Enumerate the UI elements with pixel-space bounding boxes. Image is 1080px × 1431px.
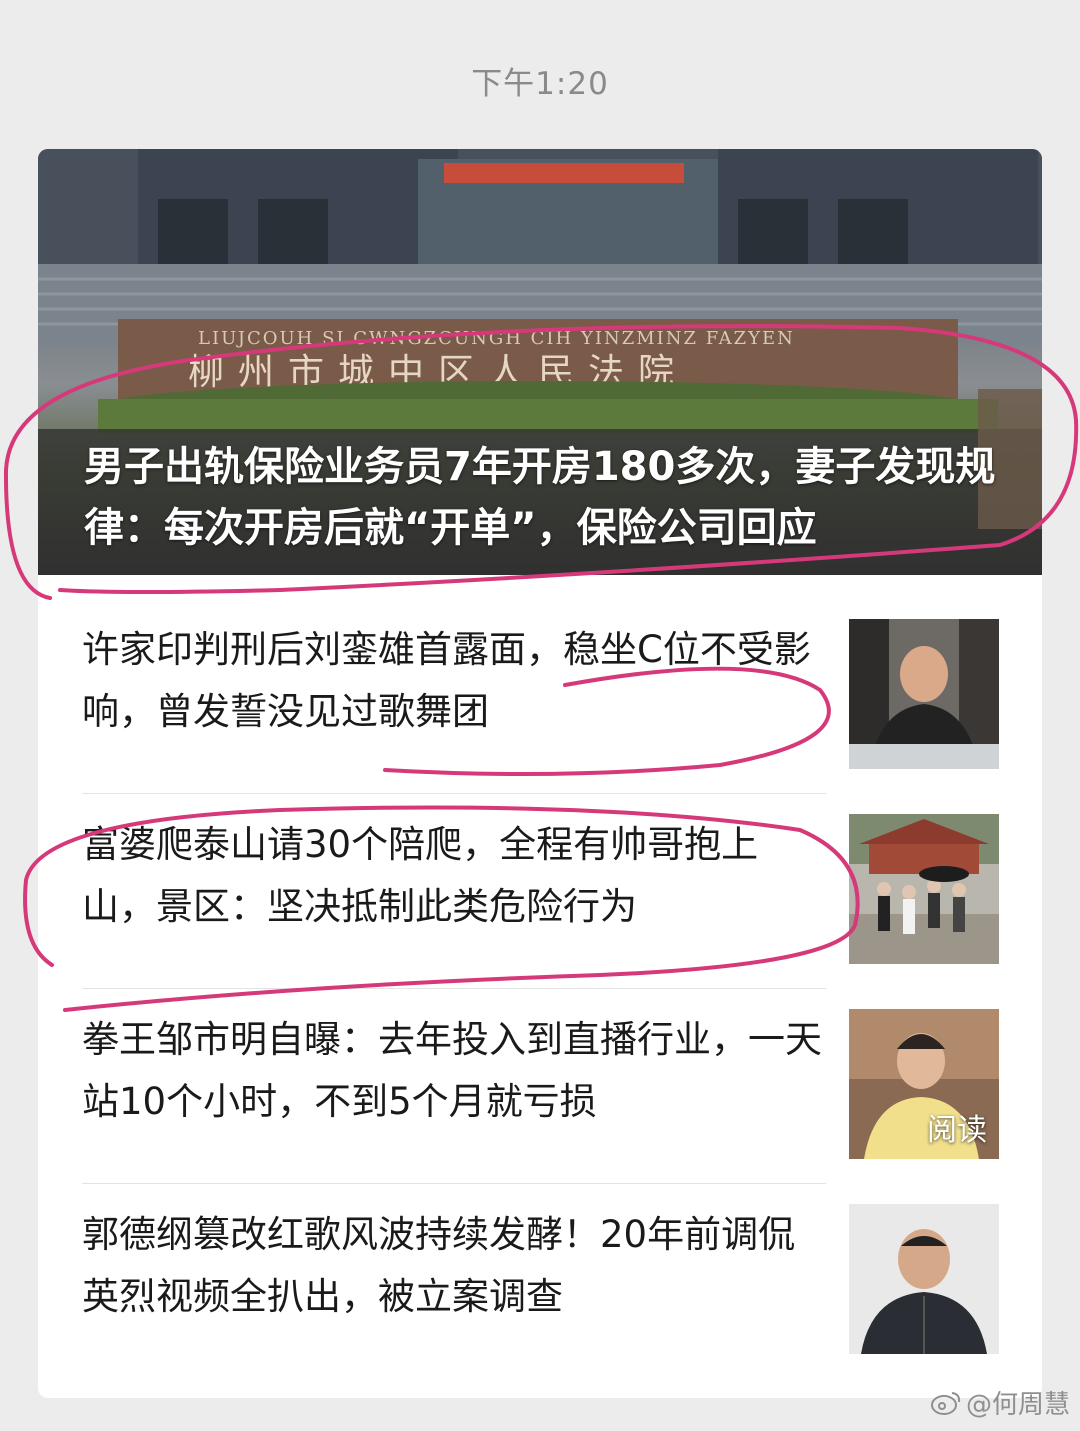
read-badge: 阅读 (927, 1113, 987, 1148)
article-title[interactable]: 拳王邹市明自曝：去年投入到直播行业，一天站10个小时，不到5个月就亏损 (82, 1009, 822, 1133)
article-thumbnail (849, 814, 999, 964)
article-item[interactable]: 许家印判刑后刘銮雄首露面，稳坐C位不受影响，曾发誓没见过歌舞团 (38, 599, 1042, 794)
article-item[interactable]: 拳王邹市明自曝：去年投入到直播行业，一天站10个小时，不到5个月就亏损 阅读 (38, 989, 1042, 1184)
article-item[interactable]: 富婆爬泰山请30个陪爬，全程有帅哥抱上山，景区：坚决抵制此类危险行为 (38, 794, 1042, 989)
news-card[interactable]: LIUJCOUH SI CWNGZCUNGH CIH YINZMINZ FAZY… (38, 149, 1042, 1398)
article-title[interactable]: 许家印判刑后刘銮雄首露面，稳坐C位不受影响，曾发誓没见过歌舞团 (82, 619, 822, 743)
article-item[interactable]: 郭德纲篡改红歌风波持续发酵！20年前调侃英烈视频全扒出，被立案调查 (38, 1184, 1042, 1379)
sign-pinyin: LIUJCOUH SI CWNGZCUNGH CIH YINZMINZ FAZY… (198, 328, 795, 349)
weibo-icon (930, 1391, 961, 1415)
article-title[interactable]: 富婆爬泰山请30个陪爬，全程有帅哥抱上山，景区：坚决抵制此类危险行为 (82, 814, 822, 938)
article-thumbnail: 阅读 (849, 1009, 999, 1159)
article-thumbnail (849, 1204, 999, 1354)
hero-article[interactable]: LIUJCOUH SI CWNGZCUNGH CIH YINZMINZ FAZY… (38, 149, 1042, 575)
hero-title[interactable]: 男子出轨保险业务员7年开房180多次，妻子发现规律：每次开房后就“开单”，保险公… (84, 437, 1014, 559)
article-thumbnail (849, 619, 999, 769)
weibo-watermark: @何周慧 (930, 1384, 1070, 1421)
message-timestamp: 下午1:20 (471, 66, 609, 102)
watermark-text: @何周慧 (965, 1390, 1070, 1420)
article-title[interactable]: 郭德纲篡改红歌风波持续发酵！20年前调侃英烈视频全扒出，被立案调查 (82, 1204, 822, 1328)
